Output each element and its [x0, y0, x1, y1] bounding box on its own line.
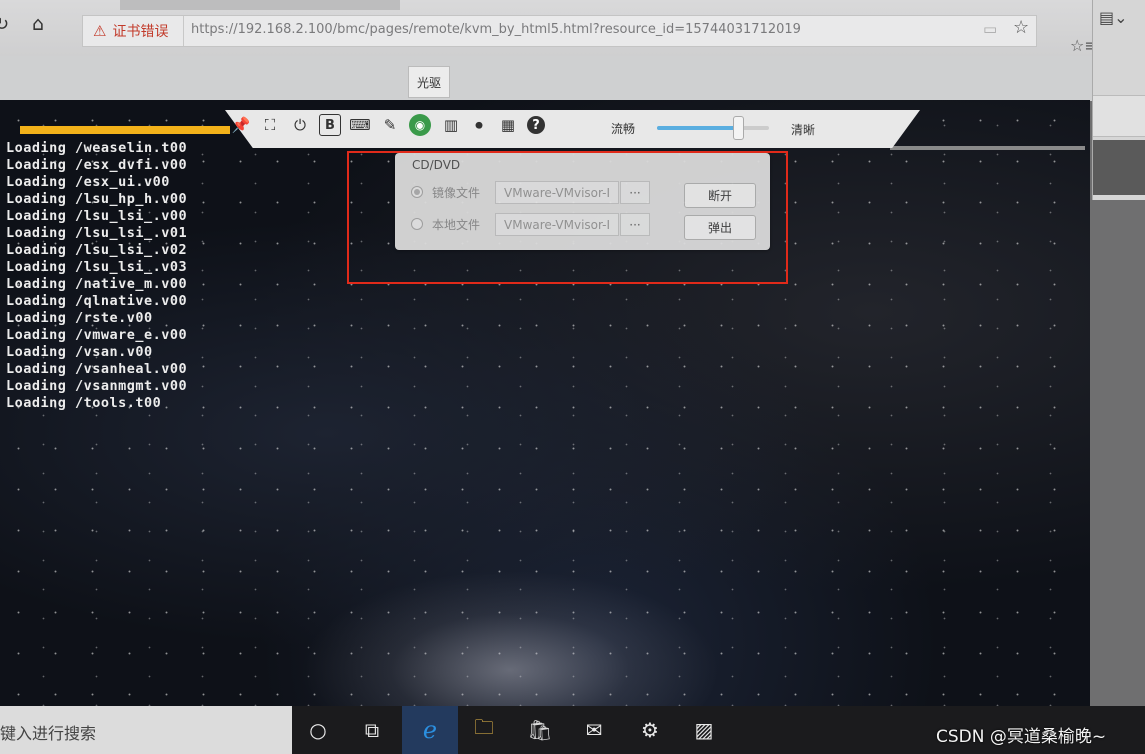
reading-list-icon[interactable]: ▤⌄: [1099, 8, 1128, 27]
log-line: Loading /qlnative.v00: [6, 293, 188, 309]
settings-icon[interactable]: ⚙: [634, 714, 666, 746]
address-bar[interactable]: ⚠ 证书错误 https://192.168.2.100/bmc/pages/r…: [82, 15, 1037, 47]
refresh-icon[interactable]: ↻: [0, 14, 14, 35]
screen-glare: [300, 570, 720, 706]
mail-icon[interactable]: ✉: [578, 714, 610, 746]
log-line: Loading /vsanmgmt.v00: [6, 378, 188, 394]
quality-slider-fill: [657, 126, 738, 130]
reader-view-icon[interactable]: ▭: [983, 20, 997, 38]
side-panel-row: [1093, 95, 1145, 137]
screen-divider: [890, 146, 1085, 150]
cdrom-tooltip: 光驱: [408, 66, 450, 98]
speed-low-label: 流畅: [611, 122, 636, 136]
log-line: Loading /vsan.v00: [6, 344, 153, 360]
taskbar-search-box[interactable]: 键入进行搜索: [0, 706, 292, 754]
floppy-icon[interactable]: ▥: [440, 114, 462, 136]
keyboard-icon[interactable]: ⌨: [349, 114, 371, 136]
side-panel-dark: [1093, 140, 1145, 195]
quality-slider-handle[interactable]: [732, 116, 744, 140]
favorite-star-icon[interactable]: ☆: [1013, 17, 1029, 38]
keyboard-layout-icon[interactable]: ▦: [497, 114, 519, 136]
cdrom-icon[interactable]: ◉: [409, 114, 431, 136]
log-line: Loading /lsu_lsi_.v00: [6, 208, 188, 224]
side-window-edge: ▤⌄: [1092, 0, 1145, 200]
log-line: Loading /esx_ui.v00: [6, 174, 170, 190]
quality-slider[interactable]: [657, 116, 769, 140]
boot-progress-bar: [20, 126, 230, 134]
file-explorer-icon[interactable]: 🗀: [468, 714, 500, 746]
page-header-strip: [0, 56, 1092, 101]
log-line: Loading /lsu_lsi_.v01: [6, 225, 188, 241]
pin-icon[interactable]: 📌: [230, 114, 252, 136]
warning-icon: ⚠: [93, 22, 107, 40]
fullscreen-icon[interactable]: ⛶: [259, 114, 281, 136]
log-line: Loading /vmware_e.v00: [6, 327, 188, 343]
log-line: Loading /lsu_lsi_.v03: [6, 259, 188, 275]
highlight-annotation-box: [347, 151, 788, 284]
cortana-icon[interactable]: ○: [302, 714, 334, 746]
browser-top-bar: ↻ ⌂ ⚠ 证书错误 https://192.168.2.100/bmc/pag…: [0, 0, 1098, 56]
cert-warning-label: 证书错误: [112, 24, 169, 40]
mouse-icon[interactable]: ✎: [379, 114, 401, 136]
photos-icon[interactable]: ▨: [688, 714, 720, 746]
log-line: Loading /tools.t00: [6, 395, 162, 411]
edge-icon[interactable]: ℯ: [402, 706, 458, 754]
log-line: Loading /rste.v00: [6, 310, 153, 326]
log-line: Loading /lsu_hp_h.v00: [6, 191, 188, 207]
speed-high-label: 清晰: [791, 123, 816, 137]
power-icon[interactable]: ⏻: [289, 114, 311, 136]
taskbar-search-placeholder: 键入进行搜索: [0, 724, 97, 743]
csdn-watermark: CSDN @冥道桑榆晚~: [936, 727, 1107, 747]
url-text[interactable]: https://192.168.2.100/bmc/pages/remote/k…: [191, 22, 801, 37]
cert-warning-button[interactable]: ⚠ 证书错误: [83, 16, 184, 46]
log-line: Loading /weaselin.t00: [6, 140, 188, 156]
tab-strip: [120, 0, 400, 10]
bold-b-icon[interactable]: B: [319, 114, 341, 136]
task-view-icon[interactable]: ⧉: [356, 714, 388, 746]
record-icon[interactable]: ⏺: [468, 114, 490, 136]
log-line: Loading /lsu_lsi_.v02: [6, 242, 188, 258]
store-icon[interactable]: 🛍: [524, 714, 556, 746]
help-icon[interactable]: ?: [527, 116, 545, 134]
boot-log: Loading /weaselin.t00 Loading /esx_dvfi.…: [6, 140, 187, 412]
log-line: Loading /vsanheal.v00: [6, 361, 188, 377]
home-icon[interactable]: ⌂: [32, 13, 56, 37]
log-line: Loading /native_m.v00: [6, 276, 188, 292]
log-line: Loading /esx_dvfi.v00: [6, 157, 188, 173]
